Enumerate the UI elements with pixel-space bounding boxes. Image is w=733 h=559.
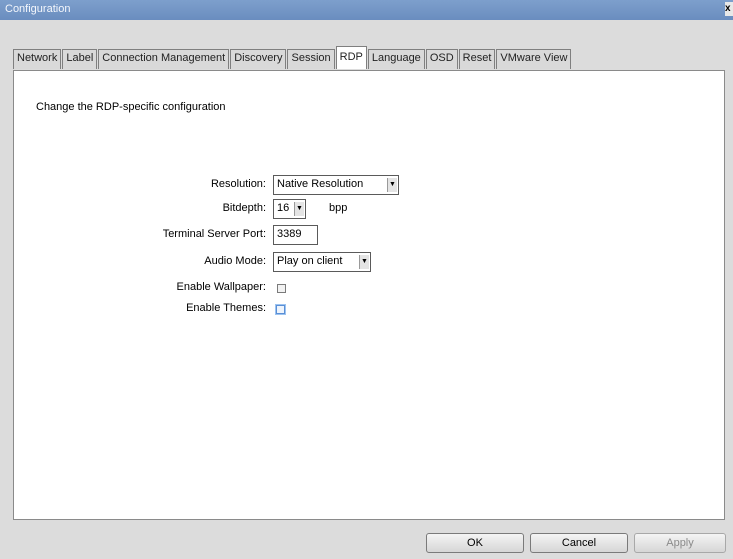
chevron-down-icon: ▼: [294, 202, 304, 216]
bitdepth-label: Bitdepth:: [222, 202, 266, 214]
tab-rdp[interactable]: RDP: [335, 46, 367, 69]
tab-label[interactable]: Label: [62, 49, 98, 69]
bitdepth-unit: bpp: [329, 202, 348, 214]
ok-button[interactable]: OK: [426, 533, 524, 553]
audio-mode-dropdown[interactable]: Play on client ▼: [273, 252, 371, 272]
configuration-window: Configuration x Network Label Connection…: [0, 0, 733, 559]
resolution-value: Native Resolution: [277, 178, 364, 190]
panel-heading: Change the RDP-specific configuration: [36, 101, 226, 113]
audio-mode-value: Play on client: [277, 255, 343, 267]
close-icon[interactable]: x: [725, 2, 733, 16]
resolution-dropdown[interactable]: Native Resolution ▼: [273, 175, 399, 195]
port-input[interactable]: 3389: [273, 225, 318, 245]
chevron-down-icon: ▼: [359, 255, 369, 269]
themes-label: Enable Themes:: [186, 302, 266, 314]
window-title: Configuration: [5, 3, 71, 15]
bitdepth-value: 16: [277, 202, 290, 214]
button-bar: OK Cancel Apply: [0, 526, 733, 559]
tab-connection-management[interactable]: Connection Management: [98, 49, 230, 69]
bitdepth-dropdown[interactable]: 16 ▼: [273, 199, 306, 219]
cancel-button[interactable]: Cancel: [530, 533, 628, 553]
tab-language[interactable]: Language: [367, 49, 425, 69]
tab-session[interactable]: Session: [287, 49, 335, 69]
tab-reset[interactable]: Reset: [458, 49, 496, 69]
tab-vmware-view[interactable]: VMware View: [496, 49, 572, 69]
themes-checkbox[interactable]: [276, 305, 285, 314]
apply-button[interactable]: Apply: [634, 533, 726, 553]
rdp-panel: Change the RDP-specific configuration Re…: [13, 70, 725, 520]
wallpaper-checkbox[interactable]: [277, 284, 286, 293]
title-bar: Configuration x: [0, 0, 733, 20]
wallpaper-label: Enable Wallpaper:: [176, 281, 266, 293]
chevron-down-icon: ▼: [387, 178, 397, 192]
resolution-label: Resolution:: [210, 178, 266, 190]
port-label: Terminal Server Port:: [162, 228, 266, 240]
tab-bar: Network Label Connection Management Disc…: [13, 46, 572, 71]
audio-mode-label: Audio Mode:: [204, 255, 266, 267]
tab-network[interactable]: Network: [13, 49, 62, 69]
tab-osd[interactable]: OSD: [425, 49, 458, 69]
tab-discovery[interactable]: Discovery: [230, 49, 287, 69]
